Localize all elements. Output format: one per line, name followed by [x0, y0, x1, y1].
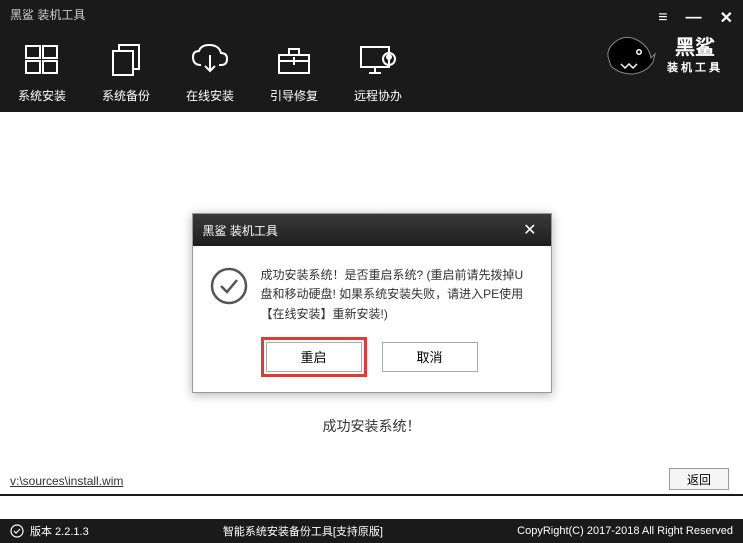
nav-system-backup[interactable]: 系统备份: [94, 39, 158, 104]
dialog-message: 成功安装系统！是否重启系统? (重启前请先拨掉U盘和移动硬盘! 如果系统安装失败…: [261, 266, 535, 324]
nav-label: 远程协办: [354, 87, 402, 104]
remote-icon: [357, 39, 399, 81]
dialog-close-icon[interactable]: ✕: [519, 220, 540, 240]
dialog-title: 黑鲨 装机工具: [203, 222, 278, 239]
brand-sub: 装机工具: [667, 62, 723, 75]
version-icon: [10, 524, 24, 538]
nav-boot-repair[interactable]: 引导修复: [262, 39, 326, 104]
success-message: 成功安装系统！: [323, 416, 421, 436]
file-path-link[interactable]: v:\sources\install.wim: [10, 474, 123, 488]
brand-name: 黑鲨: [675, 37, 715, 59]
shark-icon: [601, 30, 659, 82]
nav-remote-assist[interactable]: 远程协办: [346, 39, 410, 104]
nav-label: 引导修复: [270, 87, 318, 104]
confirm-dialog: 黑鲨 装机工具 ✕ 成功安装系统！是否重启系统? (重启前请先拨掉U盘和移动硬盘…: [192, 213, 552, 393]
nav-label: 在线安装: [186, 87, 234, 104]
toolbox-icon: [273, 39, 315, 81]
cancel-button[interactable]: 取消: [382, 342, 478, 372]
brand-logo: 黑鲨 装机工具: [601, 30, 723, 82]
menu-icon[interactable]: ≡: [658, 9, 667, 27]
copyright-text: CopyRight(C) 2017-2018 All Right Reserve…: [517, 525, 733, 537]
close-icon[interactable]: ✕: [720, 8, 733, 28]
cloud-download-icon: [189, 39, 231, 81]
minimize-icon[interactable]: —: [686, 9, 702, 27]
nav-system-install[interactable]: 系统安装: [10, 39, 74, 104]
checkmark-circle-icon: [209, 266, 249, 311]
app-title: 黑鲨 装机工具: [10, 6, 85, 23]
nav-online-install[interactable]: 在线安装: [178, 39, 242, 104]
status-center-text: 智能系统安装备份工具[支持原版]: [89, 523, 517, 539]
copy-icon: [105, 39, 147, 81]
windows-icon: [21, 39, 63, 81]
nav-label: 系统备份: [102, 87, 150, 104]
back-button[interactable]: 返回: [669, 468, 729, 490]
restart-button[interactable]: 重启: [266, 342, 362, 372]
nav-label: 系统安装: [18, 87, 66, 104]
version-text: 版本 2.2.1.3: [30, 523, 89, 539]
